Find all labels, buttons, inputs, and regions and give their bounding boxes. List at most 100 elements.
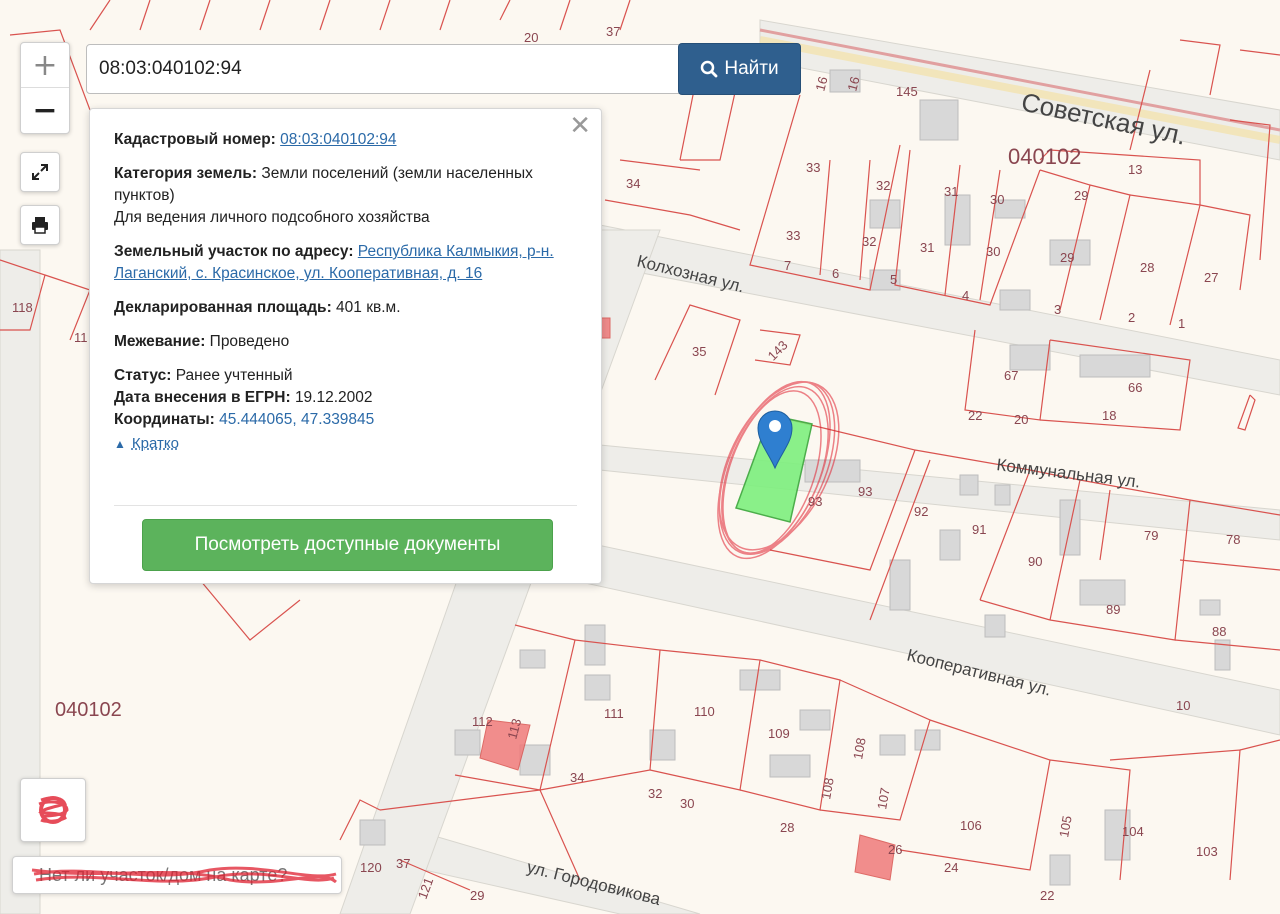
svg-text:35: 35 bbox=[692, 344, 706, 359]
fullscreen-icon bbox=[32, 164, 48, 180]
bottom-question-bar[interactable]: Нет ли участок/дом на карте? bbox=[12, 856, 342, 894]
svg-text:103: 103 bbox=[1196, 844, 1218, 859]
zoom-in-button[interactable]: + bbox=[21, 43, 69, 87]
svg-text:29: 29 bbox=[470, 888, 484, 903]
card-divider bbox=[114, 505, 577, 506]
search-icon bbox=[701, 60, 718, 78]
svg-text:3: 3 bbox=[1054, 302, 1061, 317]
svg-text:31: 31 bbox=[944, 184, 958, 199]
svg-text:37: 37 bbox=[396, 856, 410, 871]
svg-text:92: 92 bbox=[914, 504, 928, 519]
svg-text:112: 112 bbox=[472, 714, 493, 729]
svg-text:78: 78 bbox=[1226, 532, 1240, 547]
svg-text:22: 22 bbox=[1040, 888, 1054, 903]
svg-text:6: 6 bbox=[832, 266, 839, 281]
svg-text:29: 29 bbox=[1060, 250, 1074, 265]
cadastral-number-link[interactable]: 08:03:040102:94 bbox=[280, 131, 396, 148]
collapse-link[interactable]: ▲ Кратко bbox=[114, 433, 577, 455]
svg-text:88: 88 bbox=[1212, 624, 1226, 639]
print-button[interactable] bbox=[20, 205, 60, 245]
close-icon[interactable]: ✕ bbox=[569, 113, 591, 139]
svg-text:30: 30 bbox=[680, 796, 694, 811]
svg-text:104: 104 bbox=[1122, 824, 1144, 839]
svg-text:5: 5 bbox=[890, 272, 897, 287]
status-value: Ранее учтенный bbox=[175, 367, 293, 384]
survey-row: Межевание: Проведено bbox=[114, 331, 577, 353]
view-documents-button[interactable]: Посмотреть доступные документы bbox=[142, 519, 553, 571]
svg-text:13: 13 bbox=[1128, 162, 1142, 177]
address-label: Земельный участок по адресу: bbox=[114, 243, 354, 260]
svg-text:145: 145 bbox=[896, 84, 918, 99]
svg-text:111: 111 bbox=[604, 706, 624, 721]
bottom-question-text: Нет ли участок/дом на карте? bbox=[39, 864, 288, 885]
svg-text:110: 110 bbox=[694, 704, 715, 719]
svg-text:34: 34 bbox=[626, 176, 640, 191]
svg-text:33: 33 bbox=[786, 228, 800, 243]
coordinates-value[interactable]: 45.444065, 47.339845 bbox=[219, 411, 374, 428]
svg-text:18: 18 bbox=[1102, 408, 1116, 423]
svg-text:27: 27 bbox=[1204, 270, 1218, 285]
cadastral-search-input[interactable] bbox=[86, 44, 684, 94]
area-row: Декларированная площадь: 401 кв.м. bbox=[114, 297, 577, 319]
svg-text:106: 106 bbox=[960, 818, 982, 833]
svg-text:22: 22 bbox=[968, 408, 982, 423]
status-label: Статус: bbox=[114, 367, 172, 384]
zoom-control: + − bbox=[20, 42, 70, 134]
svg-text:120: 120 bbox=[360, 860, 382, 875]
svg-text:93: 93 bbox=[858, 484, 872, 499]
survey-label: Межевание: bbox=[114, 333, 206, 350]
svg-text:7: 7 bbox=[784, 258, 791, 273]
svg-text:28: 28 bbox=[1140, 260, 1154, 275]
svg-text:89: 89 bbox=[1106, 602, 1120, 617]
svg-text:109: 109 bbox=[768, 726, 790, 741]
svg-text:10: 10 bbox=[1176, 698, 1190, 713]
print-icon bbox=[32, 217, 48, 234]
svg-text:91: 91 bbox=[972, 522, 986, 537]
svg-text:29: 29 bbox=[1074, 188, 1088, 203]
svg-text:67: 67 bbox=[1004, 368, 1018, 383]
egrn-date-value: 19.12.2002 bbox=[294, 389, 373, 406]
survey-value: Проведено bbox=[209, 333, 290, 350]
svg-text:1: 1 bbox=[1178, 316, 1185, 331]
svg-text:26: 26 bbox=[888, 842, 902, 857]
svg-text:32: 32 bbox=[862, 234, 876, 249]
svg-text:79: 79 bbox=[1144, 528, 1158, 543]
layers-button[interactable] bbox=[20, 778, 86, 842]
area-label: Декларированная площадь: bbox=[114, 299, 332, 316]
svg-text:37: 37 bbox=[606, 24, 620, 39]
svg-text:30: 30 bbox=[986, 244, 1000, 259]
triangle-up-icon: ▲ bbox=[114, 437, 126, 451]
fullscreen-button[interactable] bbox=[20, 152, 60, 192]
svg-text:34: 34 bbox=[570, 770, 584, 785]
svg-text:33: 33 bbox=[806, 160, 820, 175]
search-button-label: Найти bbox=[724, 58, 779, 79]
svg-text:118: 118 bbox=[12, 300, 33, 315]
status-block: Статус: Ранее учтенный Дата внесения в Е… bbox=[114, 365, 577, 431]
area-value: 401 кв.м. bbox=[336, 299, 401, 316]
egrn-date-label: Дата внесения в ЕГРН: bbox=[114, 389, 291, 406]
svg-text:24: 24 bbox=[944, 860, 958, 875]
land-category-row: Категория земель: Земли поселений (земли… bbox=[114, 163, 577, 229]
quarter-label-left: 040102 bbox=[55, 699, 122, 721]
svg-text:66: 66 bbox=[1128, 380, 1142, 395]
svg-text:31: 31 bbox=[920, 240, 934, 255]
svg-text:30: 30 bbox=[990, 192, 1004, 207]
svg-text:32: 32 bbox=[648, 786, 662, 801]
svg-text:28: 28 bbox=[780, 820, 794, 835]
cadastral-number-row: Кадастровый номер: 08:03:040102:94 bbox=[114, 129, 577, 151]
quarter-label-top: 040102 bbox=[1008, 144, 1081, 169]
land-use-value: Для ведения личного подсобного хозяйства bbox=[114, 209, 430, 226]
svg-text:4: 4 bbox=[962, 288, 969, 303]
scribble-icon bbox=[38, 796, 69, 824]
parcel-info-card: ✕ Кадастровый номер: 08:03:040102:94 Кат… bbox=[89, 108, 602, 584]
svg-text:90: 90 bbox=[1028, 554, 1042, 569]
land-category-label: Категория земель: bbox=[114, 165, 258, 182]
cadastral-number-label: Кадастровый номер: bbox=[114, 131, 276, 148]
svg-text:20: 20 bbox=[524, 30, 538, 45]
svg-text:20: 20 bbox=[1014, 412, 1028, 427]
search-button[interactable]: Найти bbox=[678, 43, 801, 95]
collapse-label: Кратко bbox=[131, 435, 179, 452]
zoom-out-button[interactable]: − bbox=[21, 87, 69, 132]
svg-text:93: 93 bbox=[808, 494, 822, 509]
coordinates-label: Координаты: bbox=[114, 411, 215, 428]
